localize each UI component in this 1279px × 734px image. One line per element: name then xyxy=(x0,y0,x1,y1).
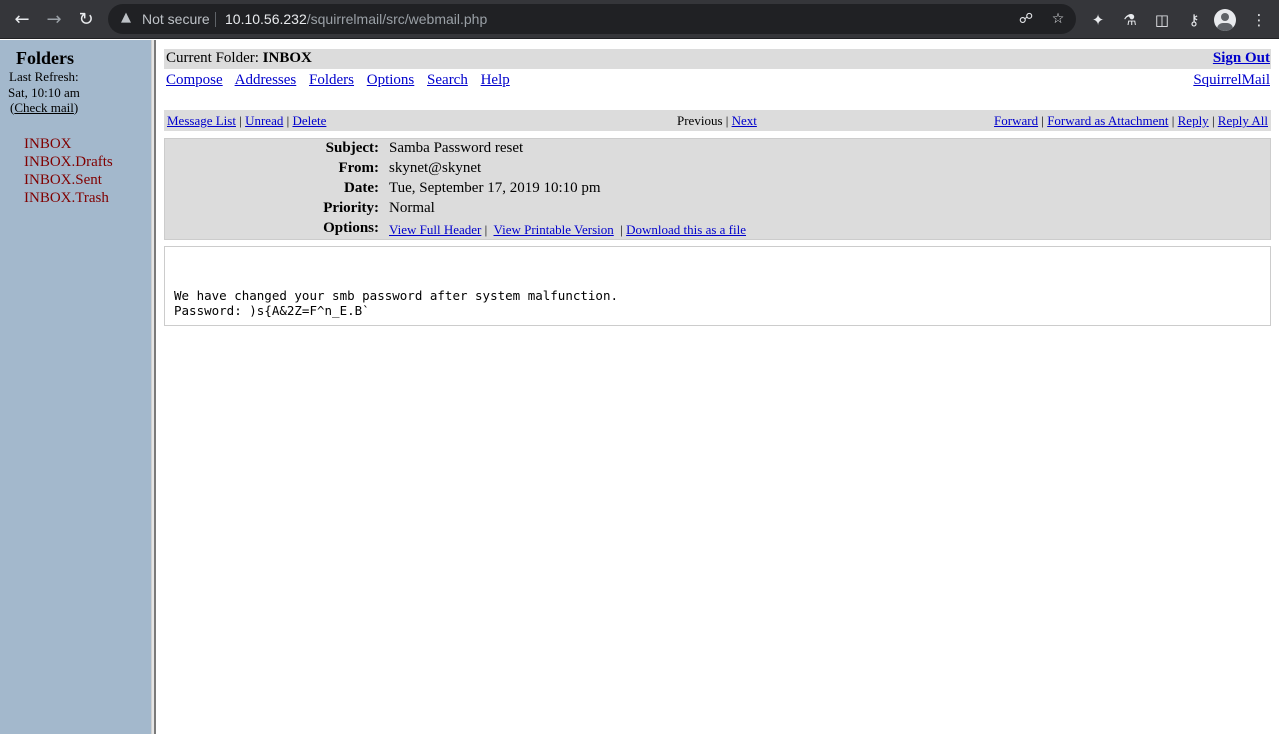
forward-icon[interactable]: → xyxy=(41,7,67,33)
delete-link[interactable]: Delete xyxy=(292,113,326,128)
forward-link[interactable]: Forward xyxy=(994,113,1038,128)
reply-all-link[interactable]: Reply All xyxy=(1218,113,1268,128)
reload-icon[interactable]: ↻ xyxy=(73,7,99,33)
date-value: Tue, September 17, 2019 10:10 pm xyxy=(389,180,601,196)
message-headers: Subject: Samba Password reset From: skyn… xyxy=(164,138,1271,240)
extensions-icon[interactable]: ✦ xyxy=(1085,7,1111,33)
priority-row: Priority: Normal xyxy=(165,200,1270,220)
action-separator: | xyxy=(1038,113,1048,128)
subject-label: Subject: xyxy=(325,140,379,156)
security-label[interactable]: Not secure xyxy=(142,11,210,27)
date-label: Date: xyxy=(344,180,379,196)
subject-value: Samba Password reset xyxy=(389,140,524,156)
check-mail-link[interactable]: Check mail xyxy=(14,100,74,115)
action-separator: | xyxy=(722,113,732,128)
action-separator: | xyxy=(1168,113,1178,128)
last-refresh: Last Refresh: Sat, 10:10 am xyxy=(8,69,80,101)
main-menu: Compose Addresses Folders Options Search… xyxy=(166,72,519,89)
message-nav: Previous | Next xyxy=(677,113,757,129)
address-bar[interactable]: ▲ Not secure 10.10.56.232/squirrelmail/s… xyxy=(108,4,1076,34)
folder-inbox[interactable]: INBOX xyxy=(24,135,113,153)
from-label: From: xyxy=(338,160,379,176)
priority-value: Normal xyxy=(389,200,435,216)
previous-label: Previous xyxy=(677,113,723,128)
folder-drafts[interactable]: INBOX.Drafts xyxy=(24,153,113,171)
folders-title: Folders xyxy=(16,48,74,68)
check-mail-close: ) xyxy=(73,100,79,115)
url-text[interactable]: 10.10.56.232/squirrelmail/src/webmail.ph… xyxy=(225,11,487,27)
current-folder-name: INBOX xyxy=(262,50,312,66)
subject-row: Subject: Samba Password reset xyxy=(165,140,1270,160)
action-separator: | xyxy=(235,113,246,128)
message-list-link[interactable]: Message List xyxy=(167,113,236,128)
warning-icon[interactable]: ▲ xyxy=(118,10,134,26)
message-actions-right: Forward | Forward as Attachment | Reply … xyxy=(994,113,1268,129)
message-body: We have changed your smb password after … xyxy=(164,246,1271,326)
message-pane: Current Folder: INBOX Sign Out Compose A… xyxy=(156,40,1279,734)
browser-toolbar: ← → ↻ ▲ Not secure 10.10.56.232/squirrel… xyxy=(0,0,1279,39)
from-value: skynet@skynet xyxy=(389,160,482,176)
lab-flask-icon[interactable]: ⚗ xyxy=(1117,7,1143,33)
url-host: 10.10.56.232 xyxy=(225,11,307,27)
options-links: View Full Header | View Printable Versio… xyxy=(389,222,747,237)
last-refresh-time: Sat, 10:10 am xyxy=(8,85,80,100)
current-folder-bar: Current Folder: INBOX Sign Out xyxy=(164,49,1271,69)
addresses-link[interactable]: Addresses xyxy=(235,72,297,88)
folder-pane: Folders Last Refresh: Sat, 10:10 am (Che… xyxy=(0,40,151,734)
message-body-text: We have changed your smb password after … xyxy=(174,288,619,318)
download-link[interactable]: Download this as a file xyxy=(626,222,746,237)
folders-link[interactable]: Folders xyxy=(309,72,354,88)
message-actions-left: Message List | Unread | Delete xyxy=(167,113,326,129)
unread-link[interactable]: Unread xyxy=(245,113,283,128)
next-link[interactable]: Next xyxy=(732,113,757,128)
action-separator: | xyxy=(1208,113,1218,128)
side-panel-icon[interactable]: ◫ xyxy=(1149,7,1175,33)
from-row: From: skynet@skynet xyxy=(165,160,1270,180)
more-menu-icon[interactable]: ⋮ xyxy=(1246,7,1272,33)
search-link[interactable]: Search xyxy=(427,72,468,88)
profile-avatar-icon[interactable] xyxy=(1214,9,1236,31)
reply-link[interactable]: Reply xyxy=(1178,113,1209,128)
message-action-bar: Message List | Unread | Delete Previous … xyxy=(164,110,1271,131)
folder-list: INBOX INBOX.Drafts INBOX.Sent INBOX.Tras… xyxy=(24,135,113,207)
compose-link[interactable]: Compose xyxy=(166,72,223,88)
address-separator xyxy=(215,12,216,27)
url-path: /squirrelmail/src/webmail.php xyxy=(306,11,488,27)
folder-trash[interactable]: INBOX.Trash xyxy=(24,189,113,207)
check-mail: (Check mail) xyxy=(10,100,78,116)
folder-sent[interactable]: INBOX.Sent xyxy=(24,171,113,189)
date-row: Date: Tue, September 17, 2019 10:10 pm xyxy=(165,180,1270,200)
view-printable-link[interactable]: View Printable Version xyxy=(493,222,613,237)
view-full-header-link[interactable]: View Full Header xyxy=(389,222,481,237)
key-icon[interactable]: ⚷ xyxy=(1181,7,1207,33)
current-folder: Current Folder: INBOX xyxy=(166,50,312,67)
last-refresh-label: Last Refresh: xyxy=(9,69,79,84)
back-icon[interactable]: ← xyxy=(9,7,35,33)
star-icon[interactable]: ☆ xyxy=(1048,9,1068,29)
squirrelmail-link[interactable]: SquirrelMail xyxy=(1193,72,1270,89)
options-label: Options: xyxy=(323,220,379,236)
share-icon[interactable]: ☍ xyxy=(1016,9,1036,29)
options-link[interactable]: Options xyxy=(367,72,415,88)
forward-attachment-link[interactable]: Forward as Attachment xyxy=(1047,113,1168,128)
current-folder-label: Current Folder: xyxy=(166,50,263,66)
help-link[interactable]: Help xyxy=(481,72,510,88)
sign-out-link[interactable]: Sign Out xyxy=(1213,50,1270,67)
priority-label: Priority: xyxy=(323,200,379,216)
options-row: Options: View Full Header | View Printab… xyxy=(165,220,1270,240)
